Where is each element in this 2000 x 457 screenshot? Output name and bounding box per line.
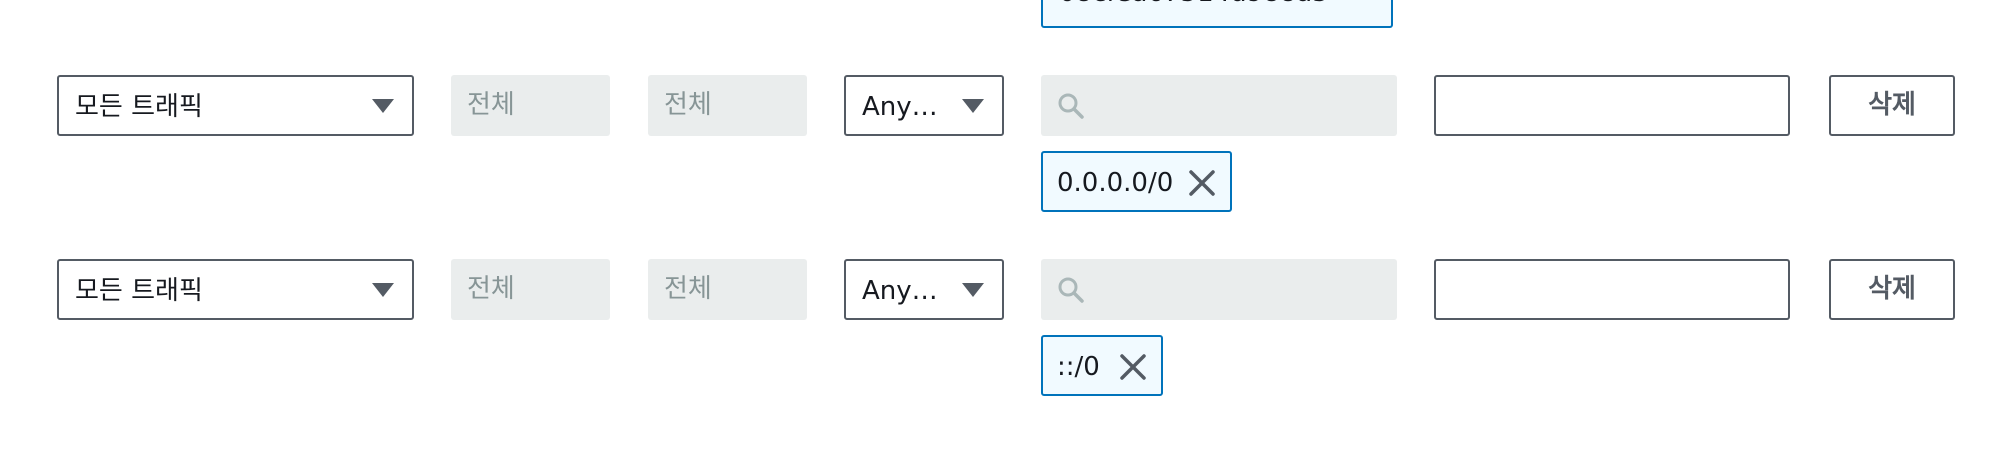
- source-type-value: Any…: [862, 276, 938, 306]
- delete-button[interactable]: 삭제: [1829, 259, 1955, 320]
- source-type-select[interactable]: Any…: [844, 259, 1004, 320]
- protocol-field: 전체: [451, 75, 610, 136]
- protocol-placeholder: 전체: [467, 90, 515, 120]
- source-token-label: 0.0.0.0/0: [1057, 168, 1174, 198]
- caret-down-icon: [962, 283, 984, 297]
- source-token-partial: 08cfea67514d988a5: [1041, 0, 1393, 28]
- protocol-placeholder: 전체: [467, 274, 515, 304]
- source-token: ::/0: [1041, 335, 1163, 396]
- rule-row: 모든 트래픽 전체 전체 Any… 삭제 0.0.0.0/0: [0, 75, 2000, 212]
- source-type-value: Any…: [862, 92, 938, 122]
- close-icon[interactable]: [1119, 353, 1147, 381]
- description-input[interactable]: [1434, 259, 1790, 320]
- source-search-input[interactable]: [1041, 75, 1397, 136]
- source-search-input[interactable]: [1041, 259, 1397, 320]
- source-type-select[interactable]: Any…: [844, 75, 1004, 136]
- port-range-field: 전체: [648, 75, 807, 136]
- type-select-value: 모든 트래픽: [75, 92, 203, 122]
- type-select-value: 모든 트래픽: [75, 276, 203, 306]
- search-icon: [1058, 93, 1084, 119]
- delete-button[interactable]: 삭제: [1829, 75, 1955, 136]
- source-token-label: 08cfea67514d988a5: [1059, 0, 1329, 6]
- port-range-placeholder: 전체: [664, 90, 712, 120]
- port-range-field: 전체: [648, 259, 807, 320]
- type-select[interactable]: 모든 트래픽: [57, 75, 414, 136]
- caret-down-icon: [372, 283, 394, 297]
- caret-down-icon: [962, 99, 984, 113]
- protocol-field: 전체: [451, 259, 610, 320]
- description-input[interactable]: [1434, 75, 1790, 136]
- inbound-rules-editor: 08cfea67514d988a5 모든 트래픽 전체 전체 Any… 삭제 0…: [0, 0, 2000, 457]
- source-token: 0.0.0.0/0: [1041, 151, 1232, 212]
- close-icon[interactable]: [1188, 169, 1216, 197]
- source-token-label: ::/0: [1057, 352, 1100, 382]
- rule-row: 모든 트래픽 전체 전체 Any… 삭제 ::/0: [0, 259, 2000, 396]
- search-icon: [1058, 277, 1084, 303]
- port-range-placeholder: 전체: [664, 274, 712, 304]
- type-select[interactable]: 모든 트래픽: [57, 259, 414, 320]
- caret-down-icon: [372, 99, 394, 113]
